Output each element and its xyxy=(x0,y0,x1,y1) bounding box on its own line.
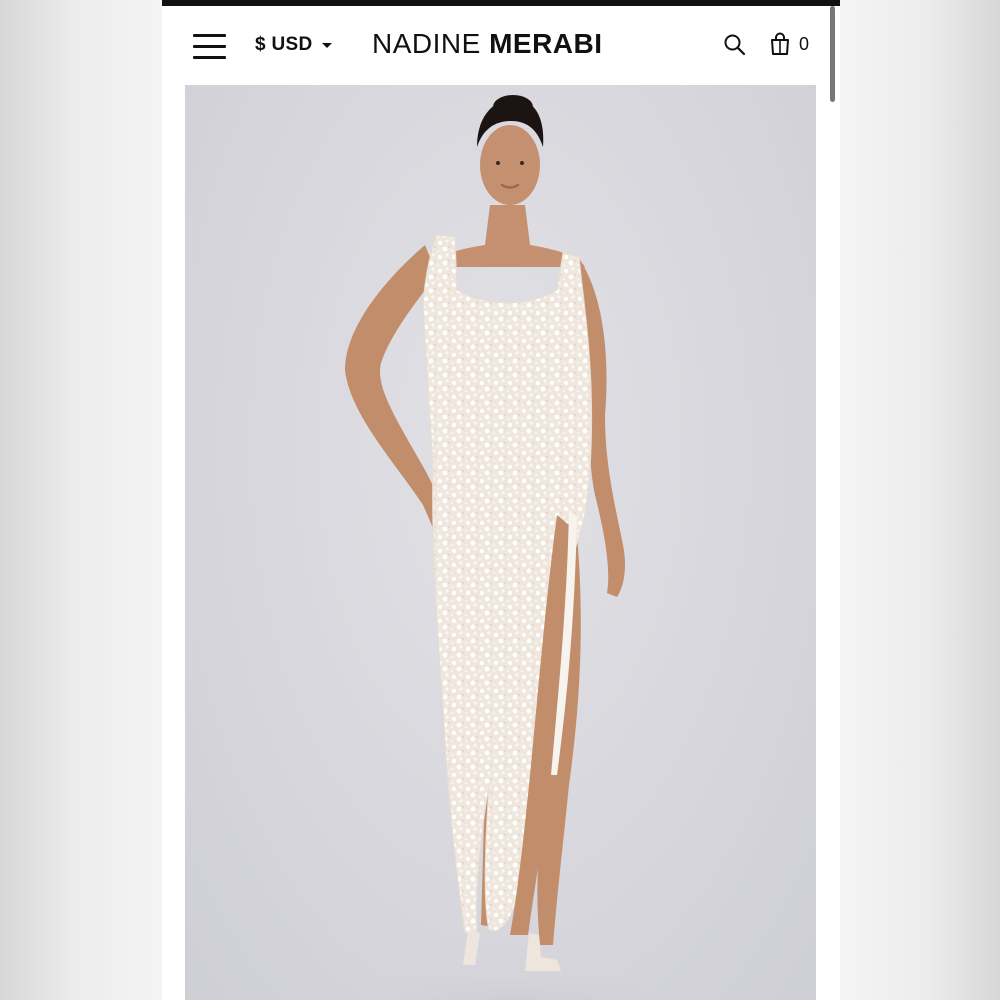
search-icon[interactable] xyxy=(722,32,748,58)
hamburger-menu-icon[interactable] xyxy=(193,34,226,60)
brand-logo[interactable]: NADINE MERABI xyxy=(372,28,603,60)
cart-count[interactable]: 0 xyxy=(799,34,809,55)
logo-second-word: MERABI xyxy=(489,28,603,59)
site-header: $ USD NADINE MERABI 0 xyxy=(162,6,840,85)
scrollbar[interactable] xyxy=(830,6,835,102)
caret-down-icon xyxy=(322,42,333,48)
mobile-page: $ USD NADINE MERABI 0 xyxy=(162,0,840,1000)
background-right-edge xyxy=(840,0,1000,1000)
product-hero-image[interactable] xyxy=(185,85,816,1000)
logo-first-word: NADINE xyxy=(372,28,481,59)
currency-label: $ USD xyxy=(255,34,313,55)
shopping-bag-icon[interactable] xyxy=(768,31,792,57)
currency-selector[interactable]: $ USD xyxy=(255,33,333,57)
background-left-edge xyxy=(0,0,162,1000)
